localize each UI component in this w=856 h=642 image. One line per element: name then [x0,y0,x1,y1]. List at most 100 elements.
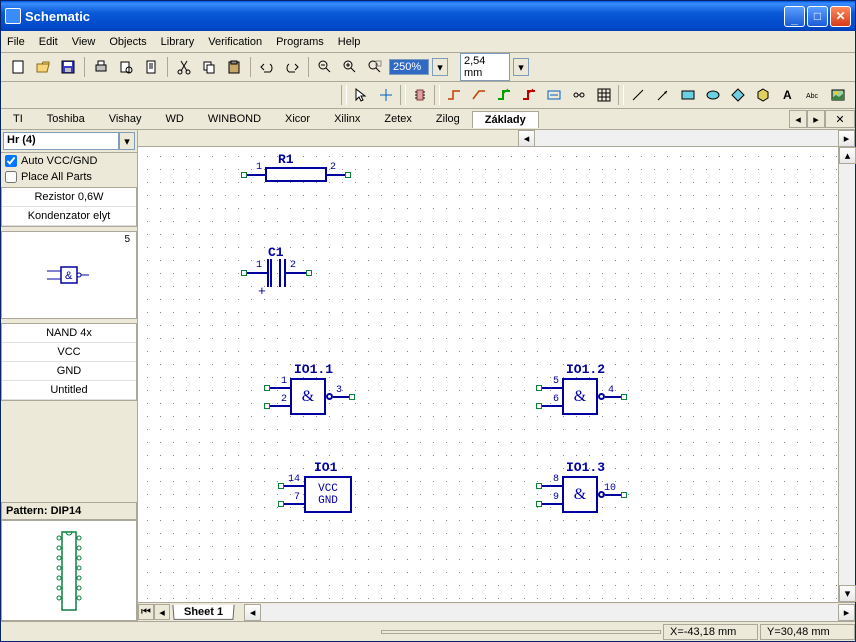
line-icon[interactable] [627,84,649,106]
libtab-zaklady[interactable]: Základy [472,111,539,128]
bus-icon[interactable] [493,84,515,106]
minimize-button[interactable]: _ [784,6,805,27]
libtab-toshiba[interactable]: Toshiba [35,111,97,127]
list-item[interactable]: NAND 4x [2,324,136,343]
maximize-button[interactable]: □ [807,6,828,27]
vertical-scrollbar[interactable]: ▴ ▾ [838,147,855,602]
pin[interactable] [621,492,627,498]
libtab-vishay[interactable]: Vishay [97,111,154,127]
open-icon[interactable] [32,56,54,78]
bus-entry-icon[interactable] [518,84,540,106]
pin[interactable] [278,483,284,489]
undo-icon[interactable] [256,56,278,78]
pin[interactable] [536,483,542,489]
net-tie-icon[interactable] [568,84,590,106]
pin[interactable] [536,385,542,391]
new-icon[interactable] [7,56,29,78]
libtab-ti[interactable]: TI [1,111,35,127]
page-icon[interactable] [140,56,162,78]
pin[interactable] [345,172,351,178]
list-item[interactable]: GND [2,362,136,381]
close-button[interactable]: ✕ [830,6,851,27]
pin[interactable] [306,270,312,276]
component-io12[interactable]: & [562,378,598,415]
sheet-tab[interactable]: Sheet 1 [172,604,234,619]
list-item[interactable]: Kondenzator elyt [2,207,136,226]
wire-icon[interactable] [443,84,465,106]
place-all-checkbox[interactable] [5,171,17,183]
net-label-icon[interactable] [543,84,565,106]
list-item[interactable]: Untitled [2,381,136,400]
part-selector[interactable]: Hr (4) [3,132,119,150]
libtab-close[interactable]: ✕ [825,110,855,128]
image-icon[interactable] [827,84,849,106]
pin[interactable] [264,385,270,391]
libtab-zetex[interactable]: Zetex [372,111,424,127]
titlebar[interactable]: Schematic _ □ ✕ [1,1,855,31]
scroll-right-icon[interactable]: ▸ [838,604,855,621]
schematic-canvas[interactable]: R1 1 2 C1 + 1 [138,147,838,602]
libtab-zilog[interactable]: Zilog [424,111,472,127]
libtab-next[interactable]: ▸ [807,110,825,128]
scroll-down-icon[interactable]: ▾ [839,585,856,602]
component-io11[interactable]: & [290,378,326,415]
polygon-icon[interactable] [727,84,749,106]
zoom-extents-icon[interactable] [364,56,386,78]
component-c1[interactable] [267,259,272,287]
unit-dropdown[interactable]: ▾ [513,58,529,76]
list-item[interactable]: Rezistor 0,6W [2,188,136,207]
libtab-wd[interactable]: WD [154,111,196,127]
print-preview-icon[interactable] [115,56,137,78]
list-item[interactable]: VCC [2,343,136,362]
part-selector-dropdown[interactable]: ▾ [119,132,135,150]
pin[interactable] [536,501,542,507]
pin[interactable] [278,501,284,507]
zoom-field[interactable]: 250% [389,59,429,75]
horizontal-scrollbar[interactable]: ◂ ▸ [244,604,855,621]
scroll-up-icon[interactable]: ▴ [839,147,856,164]
pin[interactable] [349,394,355,400]
pin[interactable] [536,403,542,409]
sheet-prev[interactable]: ◂ [154,604,170,620]
save-icon[interactable] [57,56,79,78]
menu-view[interactable]: View [72,36,96,48]
menu-library[interactable]: Library [161,36,195,48]
component-icon[interactable] [409,84,431,106]
zoom-dropdown[interactable]: ▾ [432,58,448,76]
wire-angle-icon[interactable] [468,84,490,106]
component-io1[interactable]: VCCGND [304,476,352,513]
libtab-xilinx[interactable]: Xilinx [322,111,372,127]
pin[interactable] [621,394,627,400]
zoom-out-icon[interactable] [314,56,336,78]
auto-vcc-gnd-checkbox[interactable] [5,155,17,167]
grid-icon[interactable] [593,84,615,106]
hexagon-icon[interactable] [752,84,774,106]
libtab-winbond[interactable]: WINBOND [196,111,273,127]
menu-verification[interactable]: Verification [208,36,262,48]
rect-icon[interactable] [677,84,699,106]
sheet-first[interactable]: ⏮ [138,604,154,620]
menu-edit[interactable]: Edit [39,36,58,48]
scroll-left-icon[interactable]: ◂ [244,604,261,621]
zoom-in-icon[interactable] [339,56,361,78]
unit-field[interactable]: 2,54 mm [460,53,510,81]
rounded-rect-icon[interactable] [702,84,724,106]
pin[interactable] [241,172,247,178]
abc-icon[interactable]: Abc [802,84,824,106]
cut-icon[interactable] [173,56,195,78]
crosshair-icon[interactable] [375,84,397,106]
print-icon[interactable] [90,56,112,78]
libtab-prev[interactable]: ◂ [789,110,807,128]
component-r1[interactable] [265,167,327,182]
menu-programs[interactable]: Programs [276,36,324,48]
component-io13[interactable]: & [562,476,598,513]
text-tool-icon[interactable]: A [777,84,799,106]
arrow-icon[interactable] [652,84,674,106]
menu-file[interactable]: File [7,36,25,48]
menu-help[interactable]: Help [338,36,361,48]
pin[interactable] [241,270,247,276]
scroll-left-icon[interactable]: ◂ [518,130,535,147]
copy-icon[interactable] [198,56,220,78]
pin[interactable] [264,403,270,409]
cursor-icon[interactable] [350,84,372,106]
